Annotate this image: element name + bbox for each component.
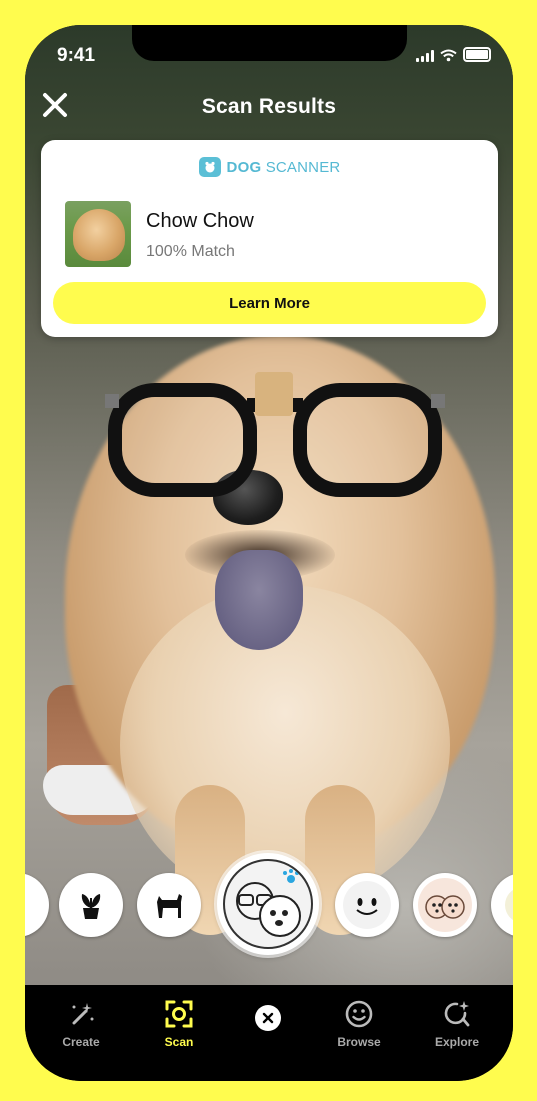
- dog-tongue: [215, 550, 303, 650]
- lens-item[interactable]: [25, 873, 49, 937]
- magic-wand-icon: [72, 1003, 94, 1025]
- close-icon: [262, 1012, 274, 1024]
- nav-explore[interactable]: Explore: [417, 999, 497, 1049]
- dog-faces-lens-icon: [418, 878, 472, 932]
- status-time: 9:41: [57, 45, 96, 66]
- dog-glasses-lens-icon: [223, 859, 313, 949]
- lens-carousel[interactable]: [25, 853, 513, 955]
- smiley-icon: [345, 1000, 373, 1028]
- brand-label-rest: SCANNER: [261, 158, 341, 176]
- notch: [132, 25, 407, 61]
- scan-result-card: DOG SCANNER Chow Chow 100% Match Learn M…: [41, 140, 498, 337]
- battery-icon: [463, 47, 491, 62]
- page-title: Scan Results: [201, 95, 337, 118]
- breed-name: Chow Chow: [146, 210, 254, 232]
- learn-more-button[interactable]: Learn More: [53, 282, 486, 324]
- nav-close-button[interactable]: [255, 1005, 281, 1031]
- breed-thumbnail: [65, 201, 131, 267]
- partial-lens-icon: [25, 890, 32, 920]
- bottom-nav: Create Scan Browse Explore: [25, 985, 513, 1081]
- dog-scanner-icon: [198, 157, 221, 177]
- plant-icon: [81, 894, 101, 919]
- lens-item[interactable]: [491, 873, 513, 937]
- nav-explore-label: Explore: [434, 1035, 479, 1049]
- wifi-icon: [440, 49, 457, 62]
- nav-scan[interactable]: Scan: [139, 999, 219, 1049]
- lens-item[interactable]: [335, 873, 399, 937]
- partial-lens-icon: [505, 890, 513, 920]
- nav-browse[interactable]: Browse: [319, 999, 399, 1049]
- nav-create-label: Create: [62, 1035, 100, 1049]
- explore-icon: [444, 1001, 470, 1027]
- breed-thumbnail-dog: [73, 209, 125, 261]
- scan-icon: [165, 1000, 193, 1028]
- glasses-filter-icon: [105, 372, 445, 497]
- signal-icon: [416, 50, 434, 62]
- nav-scan-label: Scan: [164, 1035, 194, 1049]
- nav-create[interactable]: Create: [41, 999, 121, 1049]
- nav-browse-label: Browse: [337, 1035, 381, 1049]
- dog-scanner-brand: DOG SCANNER: [41, 157, 498, 177]
- lens-item-active[interactable]: [217, 853, 319, 955]
- lens-item[interactable]: [137, 873, 201, 937]
- status-icons: [416, 47, 491, 62]
- lens-item[interactable]: [59, 873, 123, 937]
- lens-item[interactable]: [413, 873, 477, 937]
- brand-label-bold: DOG: [226, 158, 262, 176]
- smiley-face-lens-icon: [343, 881, 391, 929]
- dog-icon: [157, 894, 182, 918]
- match-percentage: 100% Match: [146, 243, 235, 260]
- brand-label: DOG SCANNER: [227, 159, 341, 176]
- phone-frame: 9:41 Scan Results DOG SCANNER Chow Chow …: [25, 25, 513, 1081]
